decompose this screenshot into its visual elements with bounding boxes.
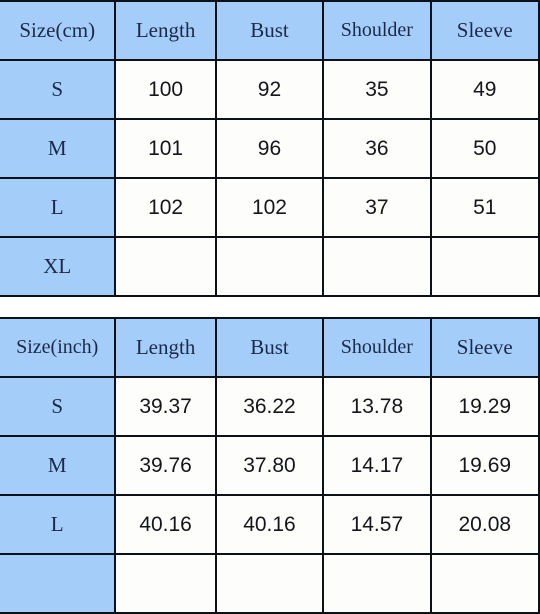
cell-shoulder: 14.57 bbox=[322, 494, 432, 555]
cell-bust: 40.16 bbox=[214, 494, 325, 555]
cell-shoulder: 36 bbox=[322, 118, 432, 179]
cell-bust: 37.80 bbox=[214, 435, 325, 496]
table-row: S 39.37 36.22 13.78 19.29 bbox=[0, 376, 540, 437]
table-header-row: Size(cm) Length Bust Shoulder Sleeve bbox=[0, 0, 540, 61]
cell-length: 39.76 bbox=[114, 435, 217, 496]
size-label: M bbox=[0, 435, 117, 496]
cell-length: 100 bbox=[114, 59, 217, 120]
cell-bust bbox=[214, 553, 325, 614]
column-header-shoulder: Shoulder bbox=[322, 317, 432, 378]
cell-shoulder: 14.17 bbox=[322, 435, 432, 496]
size-chart-sheet: Size(cm) Length Bust Shoulder Sleeve S 1… bbox=[0, 0, 540, 614]
cell-sleeve: 19.29 bbox=[429, 376, 540, 437]
cell-sleeve bbox=[429, 553, 540, 614]
size-table-inch: Size(inch) Length Bust Shoulder Sleeve S… bbox=[0, 317, 540, 614]
cell-shoulder bbox=[322, 236, 432, 297]
cell-shoulder: 37 bbox=[322, 177, 432, 238]
cell-bust: 36.22 bbox=[214, 376, 325, 437]
cell-sleeve: 20.08 bbox=[429, 494, 540, 555]
column-header-size: Size(cm) bbox=[0, 0, 117, 61]
column-header-shoulder: Shoulder bbox=[322, 0, 432, 61]
size-label: XL bbox=[0, 236, 117, 297]
cell-bust: 92 bbox=[214, 59, 325, 120]
column-header-size: Size(inch) bbox=[0, 317, 117, 378]
size-label: M bbox=[0, 118, 117, 179]
cell-sleeve: 19.69 bbox=[429, 435, 540, 496]
size-table-cm: Size(cm) Length Bust Shoulder Sleeve S 1… bbox=[0, 0, 540, 297]
cell-length: 40.16 bbox=[114, 494, 217, 555]
table-row: L 40.16 40.16 14.57 20.08 bbox=[0, 494, 540, 555]
table-row: L 102 102 37 51 bbox=[0, 177, 540, 238]
cell-shoulder: 35 bbox=[322, 59, 432, 120]
cell-shoulder: 13.78 bbox=[322, 376, 432, 437]
table-header-row: Size(inch) Length Bust Shoulder Sleeve bbox=[0, 317, 540, 378]
table-row: M 39.76 37.80 14.17 19.69 bbox=[0, 435, 540, 496]
table-row: S 100 92 35 49 bbox=[0, 59, 540, 120]
cell-sleeve: 49 bbox=[429, 59, 540, 120]
size-label: L bbox=[0, 177, 117, 238]
cell-shoulder bbox=[322, 553, 432, 614]
cell-sleeve bbox=[429, 236, 540, 297]
table-row: M 101 96 36 50 bbox=[0, 118, 540, 179]
size-label bbox=[0, 553, 117, 614]
column-header-length: Length bbox=[114, 317, 217, 378]
column-header-sleeve: Sleeve bbox=[429, 0, 540, 61]
cell-length: 39.37 bbox=[114, 376, 217, 437]
table-row bbox=[0, 553, 540, 614]
cell-length: 102 bbox=[114, 177, 217, 238]
column-header-bust: Bust bbox=[214, 0, 325, 61]
cell-length bbox=[114, 236, 217, 297]
cell-length: 101 bbox=[114, 118, 217, 179]
cell-sleeve: 51 bbox=[429, 177, 540, 238]
cell-bust: 96 bbox=[214, 118, 325, 179]
table-separator bbox=[0, 297, 540, 317]
cell-bust: 102 bbox=[214, 177, 325, 238]
size-label: S bbox=[0, 59, 117, 120]
column-header-length: Length bbox=[114, 0, 217, 61]
table-row: XL bbox=[0, 236, 540, 297]
cell-bust bbox=[214, 236, 325, 297]
column-header-bust: Bust bbox=[214, 317, 325, 378]
cell-sleeve: 50 bbox=[429, 118, 540, 179]
size-label: S bbox=[0, 376, 117, 437]
cell-length bbox=[114, 553, 217, 614]
column-header-sleeve: Sleeve bbox=[429, 317, 540, 378]
size-label: L bbox=[0, 494, 117, 555]
